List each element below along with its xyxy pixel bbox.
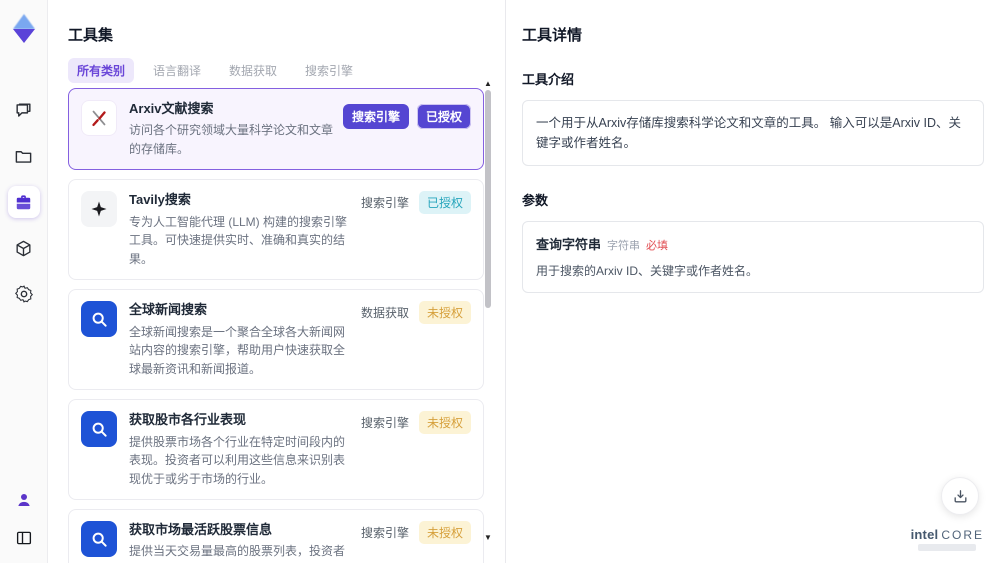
tool-name: Tavily搜索 — [129, 192, 191, 208]
list-scrollbar[interactable]: ▲ ▼ — [484, 80, 492, 557]
status-badge: 未授权 — [418, 521, 471, 545]
status-badge: 未授权 — [418, 301, 471, 325]
app-logo-icon — [9, 12, 39, 46]
tool-list: Arxiv文献搜索 访问各个研究领域大量科学论文和文章的存储库。 搜索引擎 已授… — [68, 88, 484, 563]
tool-description: 全球新闻搜索是一个聚合全球各大新闻网站内容的搜索引擎，帮助用户快速获取全球最新资… — [129, 324, 346, 376]
tool-card-active-stocks[interactable]: 获取市场最活跃股票信息 提供当天交易量最高的股票列表，投资者可以利用这些信息来识… — [68, 509, 484, 563]
category-label: 数据获取 — [360, 306, 409, 321]
intel-subtext-blur — [918, 544, 977, 551]
news-search-icon — [81, 411, 117, 448]
user-avatar-icon[interactable] — [8, 487, 40, 513]
category-tabs: 所有类别 语言翻译 数据获取 搜索引擎 — [68, 58, 362, 83]
scrollbar-thumb[interactable] — [485, 90, 491, 308]
panel-toggle-icon[interactable] — [8, 525, 40, 551]
param-required-badge: 必填 — [646, 240, 669, 252]
tab-language-translation[interactable]: 语言翻译 — [144, 58, 210, 83]
settings-gear-icon[interactable] — [8, 278, 40, 310]
tool-description: 专为人工智能代理 (LLM) 构建的搜索引擎工具。可快速提供实时、准确和真实的结… — [129, 214, 348, 266]
arxiv-icon — [81, 100, 117, 136]
tool-card-arxiv[interactable]: Arxiv文献搜索 访问各个研究领域大量科学论文和文章的存储库。 搜索引擎 已授… — [68, 88, 484, 171]
tool-card-global-news[interactable]: 全球新闻搜索 全球新闻搜索是一个聚合全球各大新闻网站内容的搜索引擎，帮助用户快速… — [68, 289, 484, 391]
intro-heading: 工具介绍 — [522, 72, 575, 87]
chat-icon[interactable] — [8, 94, 40, 126]
category-badge: 搜索引擎 — [342, 104, 409, 129]
params-heading: 参数 — [522, 193, 549, 208]
param-card: 查询字符串 字符串 必填 用于搜索的Arxiv ID、关键字或作者姓名。 — [522, 221, 984, 293]
core-wordmark: CORE — [941, 528, 984, 542]
status-badge: 未授权 — [418, 411, 471, 435]
tab-all-categories[interactable]: 所有类别 — [68, 58, 135, 83]
category-label: 搜索引擎 — [360, 196, 409, 211]
status-badge: 已授权 — [418, 191, 471, 215]
tool-description: 提供股票市场各个行业在特定时间段内的表现。投资者可以利用这些信息来识别表现优于或… — [129, 434, 346, 486]
detail-title: 工具详情 — [522, 27, 583, 44]
category-label: 搜索引擎 — [360, 526, 409, 541]
tool-name: 获取市场最活跃股票信息 — [129, 522, 273, 538]
tool-detail-panel: 工具详情 工具介绍 一个用于从Arxiv存储库搜索科学论文和文章的工具。 输入可… — [505, 0, 1000, 563]
download-button[interactable] — [941, 477, 979, 515]
param-name: 查询字符串 — [536, 237, 602, 252]
news-search-icon — [81, 301, 117, 338]
download-icon — [954, 489, 966, 502]
folder-icon[interactable] — [8, 140, 40, 172]
tool-description: 提供当天交易量最高的股票列表，投资者可以利用这些信息来识别流动性强的股票和潜在的… — [129, 544, 346, 559]
tool-description: 访问各个研究领域大量科学论文和文章的存储库。 — [129, 123, 334, 156]
tab-data-fetching[interactable]: 数据获取 — [220, 58, 286, 83]
tool-card-tavily[interactable]: Tavily搜索 专为人工智能代理 (LLM) 构建的搜索引擎工具。可快速提供实… — [68, 179, 484, 281]
toolset-panel: 工具集 所有类别 语言翻译 数据获取 搜索引擎 Arxiv文献搜索 访问各个研究… — [48, 0, 505, 563]
toolset-title: 工具集 — [68, 27, 114, 44]
sparkle-icon — [81, 191, 117, 228]
scroll-up-arrow[interactable]: ▲ — [484, 80, 492, 88]
tool-name: Arxiv文献搜索 — [129, 101, 214, 116]
tool-name: 获取股市各行业表现 — [129, 412, 247, 428]
param-description: 用于搜索的Arxiv ID、关键字或作者姓名。 — [536, 264, 759, 278]
intel-core-logo: intel CORE — [911, 527, 984, 551]
param-type: 字符串 — [607, 240, 641, 252]
left-sidebar — [0, 0, 48, 563]
intro-text-box: 一个用于从Arxiv存储库搜索科学论文和文章的工具。 输入可以是Arxiv ID… — [522, 100, 984, 166]
tab-search-engine[interactable]: 搜索引擎 — [296, 58, 362, 83]
news-search-icon — [81, 521, 117, 558]
toolbox-icon[interactable] — [7, 186, 40, 218]
status-badge: 已授权 — [416, 104, 471, 129]
package-icon[interactable] — [8, 232, 40, 264]
scroll-down-arrow[interactable]: ▼ — [484, 534, 492, 542]
tool-card-stock-sectors[interactable]: 获取股市各行业表现 提供股票市场各个行业在特定时间段内的表现。投资者可以利用这些… — [68, 399, 484, 501]
tool-name: 全球新闻搜索 — [129, 302, 208, 318]
category-label: 搜索引擎 — [360, 416, 409, 431]
intel-wordmark: intel — [910, 527, 939, 542]
